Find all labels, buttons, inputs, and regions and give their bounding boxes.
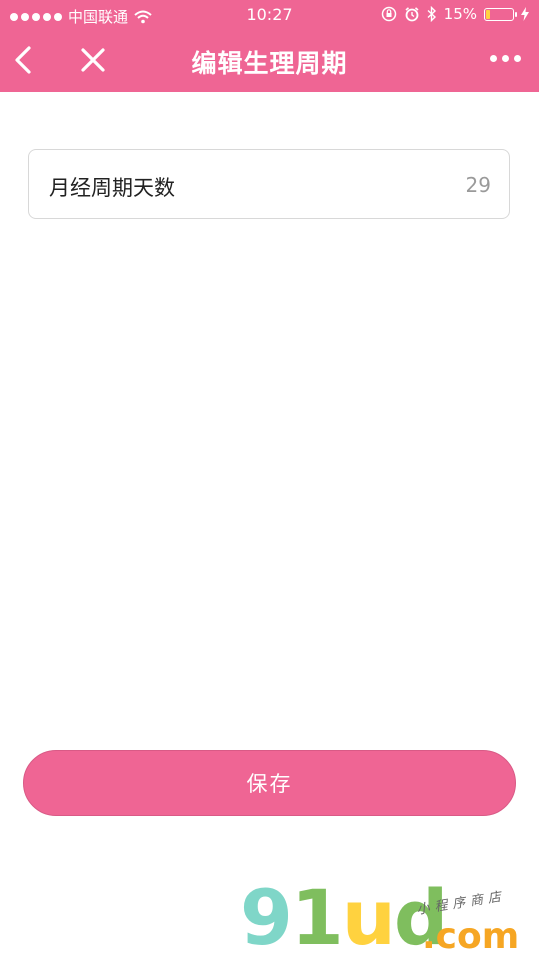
battery-percent: 15% bbox=[443, 5, 477, 23]
more-icon[interactable] bbox=[490, 55, 521, 62]
watermark-logo: 91ud 小程序商店 .com bbox=[240, 880, 530, 958]
rotation-lock-icon bbox=[381, 6, 396, 22]
chevron-left-icon[interactable] bbox=[10, 43, 40, 77]
cycle-days-label: 月经周期天数 bbox=[49, 176, 175, 200]
cycle-days-field[interactable]: 月经周期天数 29 bbox=[28, 149, 510, 219]
nav-bar: 编辑生理周期 bbox=[0, 30, 539, 92]
bluetooth-icon bbox=[427, 6, 436, 22]
watermark-wordmark: 91ud bbox=[240, 880, 448, 956]
battery-icon bbox=[484, 7, 517, 21]
status-bar-right: 15% bbox=[381, 5, 529, 23]
watermark-letter: u bbox=[341, 873, 396, 962]
status-bar: 中国联通 10:27 15% bbox=[0, 0, 539, 30]
header: 中国联通 10:27 15% 编辑生理周期 bbox=[0, 0, 539, 92]
alarm-icon bbox=[405, 7, 419, 22]
watermark-letter: 1 bbox=[290, 873, 344, 962]
close-icon[interactable] bbox=[78, 45, 108, 75]
save-button[interactable]: 保存 bbox=[23, 750, 516, 816]
battery-fill bbox=[486, 9, 490, 19]
watermark-domain: .com bbox=[422, 916, 520, 957]
charging-bolt-icon bbox=[521, 7, 529, 21]
watermark-letter: 9 bbox=[240, 873, 293, 962]
cycle-days-value[interactable]: 29 bbox=[466, 173, 491, 197]
